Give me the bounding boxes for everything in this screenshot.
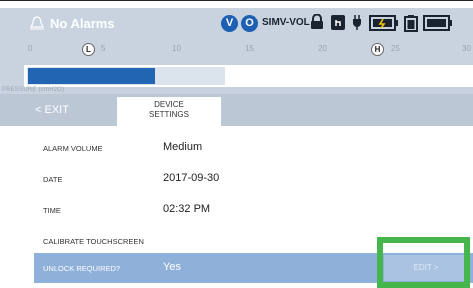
touch-icon — [331, 15, 345, 30]
setting-value: 2017-09-30 — [163, 172, 220, 184]
setting-label: TIME — [43, 206, 61, 215]
low-pressure-marker[interactable]: L — [82, 43, 95, 56]
scale-tick: 5 — [101, 44, 106, 53]
scale-tick: 10 — [172, 44, 181, 53]
mode-badge-o: O — [241, 15, 258, 32]
setting-label: DATE — [43, 175, 63, 184]
scale-tick: 25 — [391, 44, 400, 53]
tab-device-settings[interactable]: DEVICE SETTINGS — [117, 97, 221, 126]
pressure-bar-fill — [28, 68, 155, 84]
scale-tick: 20 — [318, 44, 327, 53]
setting-value: 02:32 PM — [163, 203, 211, 215]
setting-label: UNLOCK REQUIRED? — [43, 264, 121, 273]
status-header: No Alarms V O SIMV-VOL — [0, 8, 473, 40]
pressure-bar-area: PRESSURE (cmH2O) — [0, 62, 473, 94]
lock-icon — [311, 14, 323, 29]
mode-badge-v: V — [221, 15, 238, 32]
pressure-scale: 0 5 10 15 20 25 30 L H — [0, 40, 473, 62]
pressure-label: PRESSURE (cmH2O) — [2, 87, 65, 93]
exit-button[interactable]: < EXIT — [35, 104, 69, 116]
scale-tick: 30 — [462, 44, 471, 53]
setting-row-date[interactable]: DATE 2017-09-30 — [0, 164, 473, 194]
plug-icon — [353, 15, 361, 30]
tab-label-line1: DEVICE — [154, 100, 184, 109]
tab-bar: < EXIT DEVICE SETTINGS — [0, 94, 473, 126]
tab-label-line2: SETTINGS — [148, 110, 189, 119]
highlight-box — [377, 237, 470, 288]
setting-value: Medium — [163, 141, 203, 153]
scale-tick: 15 — [245, 44, 254, 53]
battery-icon — [423, 15, 452, 31]
setting-row-time[interactable]: TIME 02:32 PM — [0, 195, 473, 225]
top-strip — [0, 0, 473, 8]
high-pressure-marker[interactable]: H — [371, 43, 384, 56]
battery-charging-icon — [369, 15, 398, 31]
scale-tick: 0 — [28, 44, 33, 53]
ventilation-mode: SIMV-VOL — [262, 17, 310, 28]
setting-label: ALARM VOLUME — [43, 144, 103, 153]
bell-icon — [30, 16, 44, 30]
alarm-status-text: No Alarms — [50, 16, 115, 31]
battery-icon — [404, 15, 418, 32]
setting-label: CALIBRATE TOUCHSCREEN — [43, 237, 144, 246]
setting-row-alarm-volume[interactable]: ALARM VOLUME Medium — [0, 133, 473, 163]
setting-value: Yes — [163, 261, 181, 273]
